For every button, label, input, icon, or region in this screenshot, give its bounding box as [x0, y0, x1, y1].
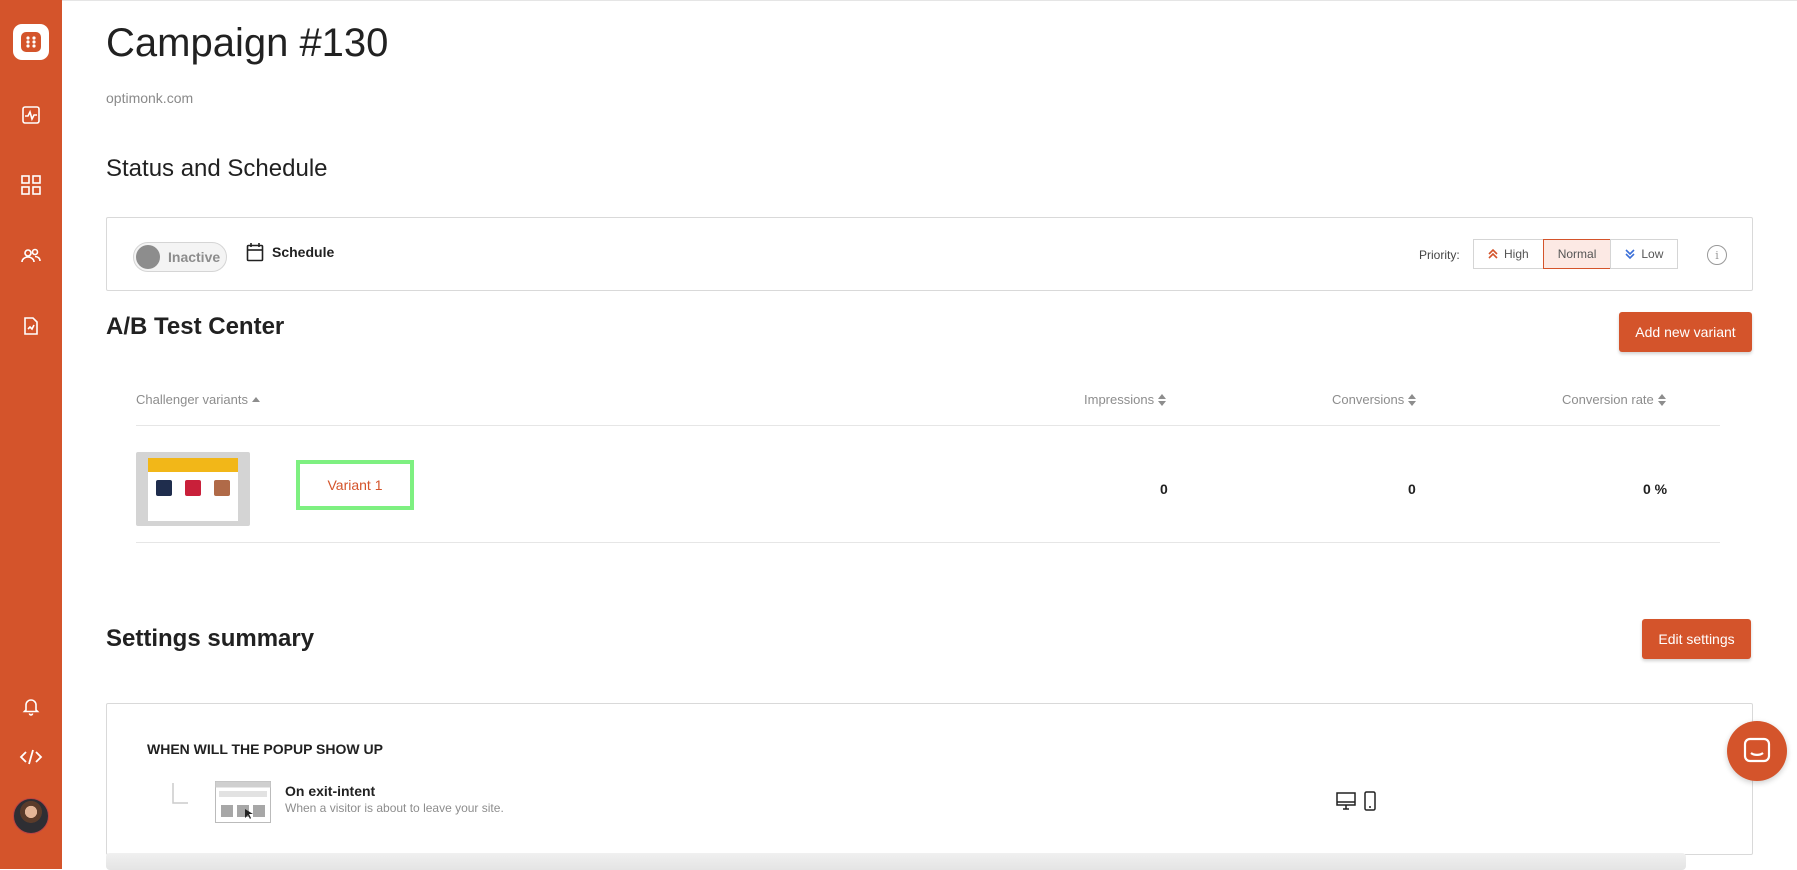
variant-1-conversions: 0 [1408, 481, 1416, 497]
column-conversion-rate-label: Conversion rate [1562, 392, 1654, 407]
exit-intent-illustration-icon [215, 781, 271, 823]
optimonk-logo-icon[interactable] [13, 24, 49, 60]
column-impressions[interactable]: Impressions [1084, 392, 1167, 407]
table-header-divider [136, 425, 1720, 426]
code-icon[interactable] [19, 745, 43, 769]
page-title: Campaign #130 [106, 21, 389, 65]
schedule-button[interactable]: Schedule [246, 242, 334, 262]
bag-icon [214, 480, 230, 496]
column-conversion-rate[interactable]: Conversion rate [1562, 392, 1666, 407]
avatar[interactable] [13, 798, 49, 834]
priority-high-label: High [1504, 247, 1529, 261]
bag-icon [156, 480, 172, 496]
column-conversions[interactable]: Conversions [1332, 392, 1417, 407]
tree-connector-icon [172, 783, 188, 804]
priority-low-label: Low [1641, 247, 1664, 261]
priority-high-button[interactable]: High [1473, 239, 1544, 269]
analytics-icon[interactable] [19, 103, 43, 127]
settings-summary-title: Settings summary [106, 625, 315, 652]
priority-label: Priority: [1419, 248, 1460, 262]
double-chevron-down-icon [1625, 249, 1635, 260]
trigger-description: When a visitor is about to leave your si… [285, 801, 504, 815]
edit-settings-button[interactable]: Edit settings [1642, 619, 1751, 659]
status-toggle[interactable]: Inactive [133, 242, 227, 272]
settings-summary-card [106, 703, 1753, 855]
when-popup-shows-title: WHEN WILL THE POPUP SHOW UP [147, 741, 383, 757]
status-section-title: Status and Schedule [106, 155, 328, 182]
sort-icon [1657, 393, 1666, 406]
column-conversions-label: Conversions [1332, 392, 1405, 407]
priority-normal-button[interactable]: Normal [1542, 239, 1612, 269]
sidebar [0, 0, 62, 869]
desktop-icon [1336, 792, 1356, 810]
priority-low-button[interactable]: Low [1610, 239, 1679, 269]
double-chevron-up-icon [1488, 248, 1498, 259]
bell-icon[interactable] [19, 694, 43, 718]
column-challenger-variants-label: Challenger variants [136, 392, 249, 407]
main-content: Campaign #130 optimonk.com Status and Sc… [62, 0, 1797, 870]
trigger-title: On exit-intent [285, 783, 376, 799]
sort-icon [1408, 393, 1417, 406]
column-impressions-label: Impressions [1084, 392, 1155, 407]
toggle-knob [136, 245, 160, 269]
sort-icon [1158, 393, 1167, 406]
reports-icon[interactable] [19, 314, 43, 338]
sort-asc-icon [252, 396, 261, 402]
ab-test-title: A/B Test Center [106, 313, 285, 340]
dashboard-grid-icon[interactable] [19, 173, 43, 197]
column-challenger-variants[interactable]: Challenger variants [136, 392, 261, 407]
add-new-variant-button[interactable]: Add new variant [1619, 312, 1752, 352]
variant-1-link[interactable]: Variant 1 [296, 460, 414, 510]
next-card-edge [106, 853, 1686, 870]
calendar-icon [246, 243, 264, 262]
bag-icon [185, 480, 201, 496]
chat-icon [1743, 737, 1771, 763]
mobile-icon [1364, 791, 1376, 811]
chat-launcher-button[interactable] [1727, 721, 1787, 781]
priority-selector: High Normal Low [1473, 239, 1679, 269]
users-icon[interactable] [19, 244, 43, 268]
priority-normal-label: Normal [1557, 247, 1597, 261]
table-row-divider [136, 542, 1720, 543]
popup-preview [148, 458, 238, 521]
variant-thumbnail[interactable] [136, 452, 250, 526]
schedule-label: Schedule [272, 244, 335, 260]
toggle-label: Inactive [168, 249, 221, 265]
variant-1-impressions: 0 [1160, 481, 1168, 497]
campaign-domain: optimonk.com [106, 90, 194, 106]
info-icon[interactable]: i [1707, 245, 1727, 265]
variant-1-conversion-rate: 0 % [1643, 481, 1668, 497]
popup-preview-banner [148, 458, 238, 472]
